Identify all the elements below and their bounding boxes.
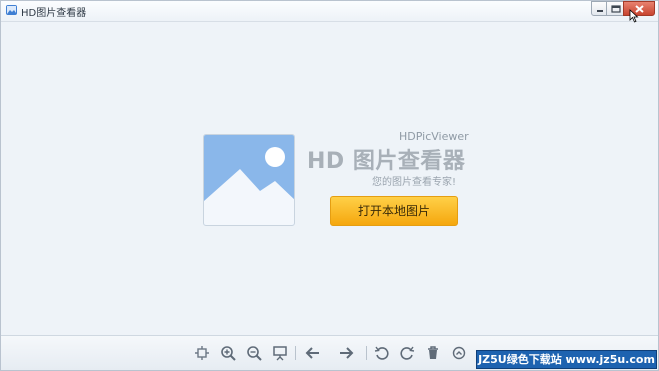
arrow-left-icon[interactable]: [305, 345, 321, 361]
brand-title: HD 图片查看器: [307, 149, 466, 174]
rotate-left-icon[interactable]: [374, 345, 390, 361]
brand-english: HDPicViewer: [399, 130, 469, 143]
mouse-cursor-icon: [629, 9, 639, 23]
delete-icon[interactable]: [425, 345, 441, 361]
zoom-in-icon[interactable]: [220, 345, 236, 361]
fit-window-icon[interactable]: [194, 345, 210, 361]
window-title: HD图片查看器: [21, 8, 87, 19]
rotate-right-icon[interactable]: [399, 345, 415, 361]
more-icon[interactable]: [451, 345, 467, 361]
tagline: 您的图片查看专家!: [372, 177, 457, 188]
open-local-image-button[interactable]: 打开本地图片: [330, 196, 458, 226]
title-bar[interactable]: HD图片查看器: [1, 1, 658, 22]
toolbar-divider: [295, 346, 296, 360]
arrow-right-icon[interactable]: [338, 345, 354, 361]
minimize-button[interactable]: [591, 1, 607, 16]
toolbar-divider: [366, 346, 367, 360]
slideshow-icon[interactable]: [272, 345, 288, 361]
placeholder-image-icon: [203, 134, 295, 226]
close-button[interactable]: [623, 1, 655, 16]
zoom-out-icon[interactable]: [246, 345, 262, 361]
app-window: HD图片查看器 HDPicViewer HD 图片查看器 您的图片查看专家! 打…: [0, 0, 659, 371]
app-logo-icon: [6, 5, 17, 15]
site-watermark: JZ5U绿色下载站 www.jz5u.com: [476, 350, 657, 369]
maximize-button[interactable]: [606, 1, 624, 16]
